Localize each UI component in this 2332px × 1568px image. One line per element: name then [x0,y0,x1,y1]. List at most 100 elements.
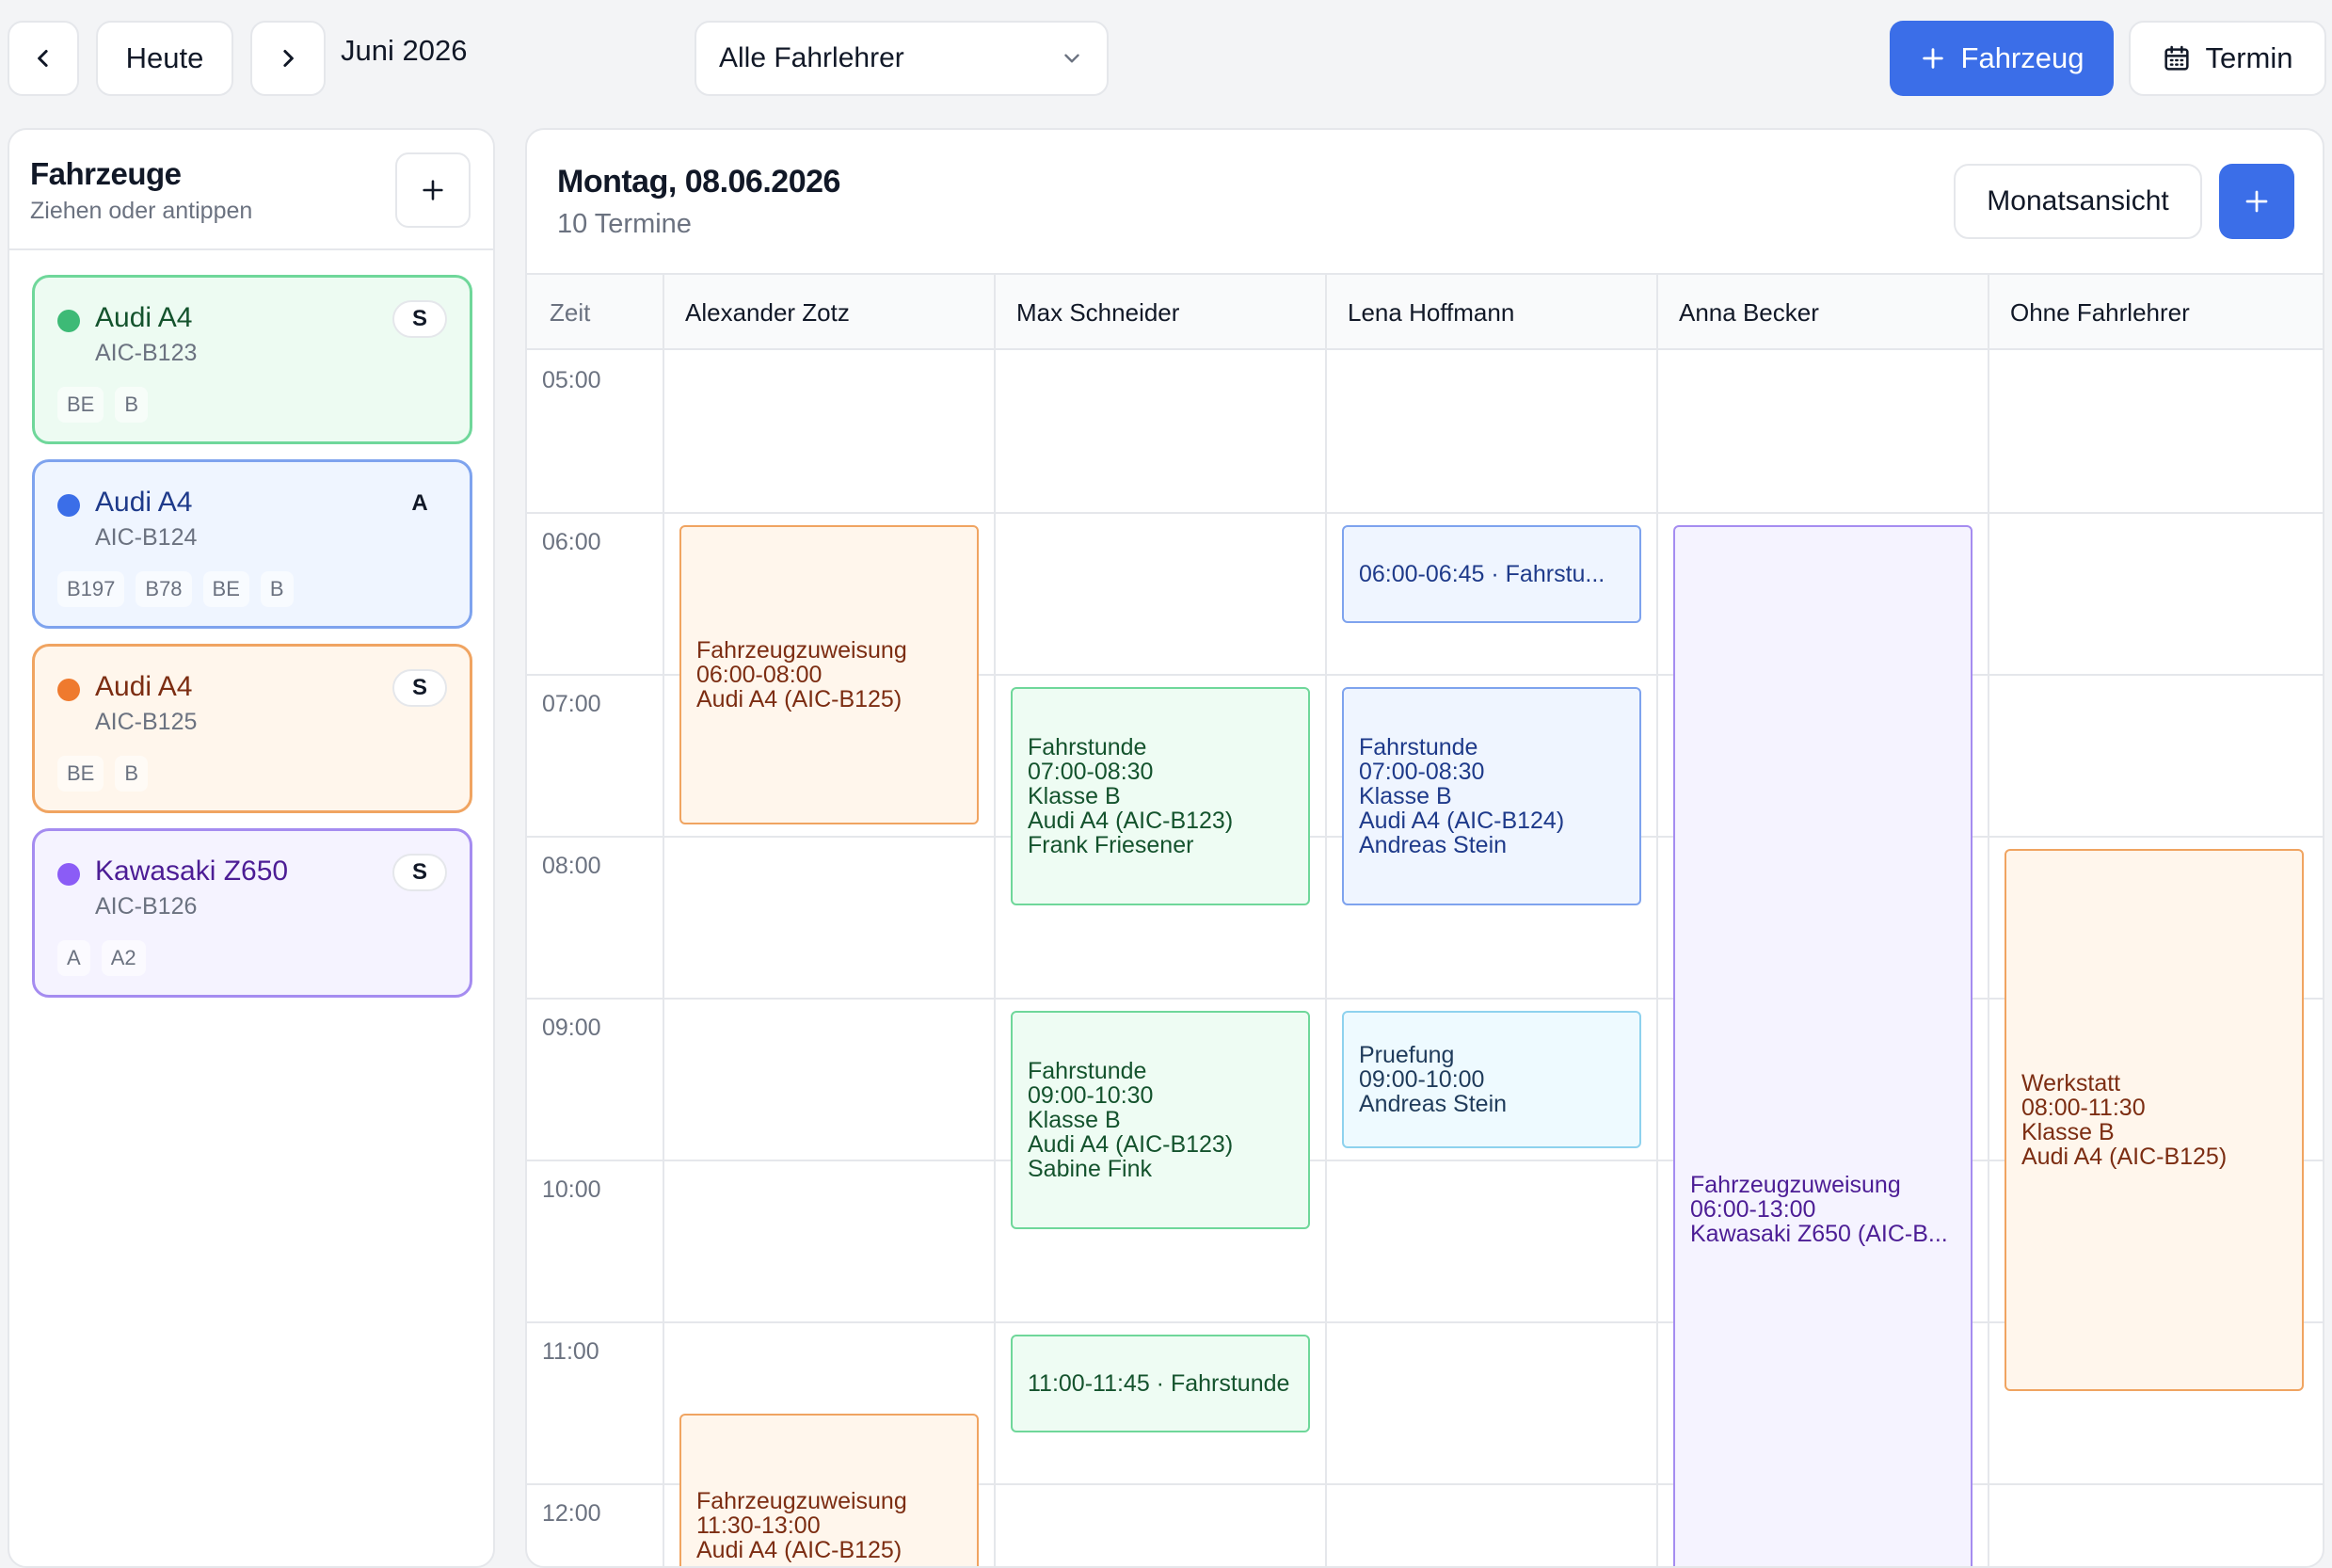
appointment-vehicle: Audi A4 (AIC-B125) [696,1537,902,1563]
appointment-block[interactable]: Fahrzeugzuweisung 06:00-08:00 Audi A4 (A… [679,525,979,824]
appointment-title: Fahrzeugzuweisung [1690,1172,1901,1198]
appointment-class: Klasse B [1359,783,1452,809]
plus-icon [423,180,443,200]
chevron-down-icon [1064,54,1079,63]
day-calendar: Montag, 08.06.2026 10 Termine Monatsansi… [525,128,2324,1568]
appointment-class: Klasse B [1028,1107,1121,1133]
appointment-count: 10 Termine [557,209,692,239]
grid-column-divider [1988,273,1989,1566]
vehicle-plate: AIC-B126 [95,893,198,920]
vehicle-card[interactable]: Audi A4 AIC-B124 A B197 B78 BE B [32,459,472,629]
vehicle-class-tags: BE B [57,756,149,792]
class-tag: B [115,756,149,792]
vehicle-plate: AIC-B125 [95,709,198,735]
vehicle-transmission-badge: S [392,669,447,707]
class-tag: A2 [101,940,146,976]
calendar-add-button[interactable] [2219,164,2294,239]
hour-label: 09:00 [542,1015,601,1041]
hour-label: 11:00 [542,1338,599,1365]
appointment-summary: 06:00-06:45 · Fahrstu... [1359,561,1605,587]
month-view-button[interactable]: Monatsansicht [1954,164,2202,239]
next-month-button[interactable] [250,21,326,96]
add-appointment-label: Termin [2205,41,2293,74]
grid-hour-divider [527,512,2323,514]
grid-column-divider [994,273,996,1566]
add-appointment-button[interactable]: Termin [2129,21,2326,96]
add-vehicle-label: Fahrzeug [1960,41,2084,74]
appointment-block[interactable]: Fahrzeugzuweisung 06:00-13:00 Kawasaki Z… [1673,525,1973,1566]
vehicle-color-dot [57,863,80,886]
top-toolbar: Heute Juni 2026 Alle Fahrlehrer Fahrzeug… [0,0,2332,119]
calendar-icon [2164,45,2190,71]
hour-label: 05:00 [542,367,601,393]
class-tag: B [260,571,294,607]
appointment-title: Fahrstunde [1028,1058,1147,1084]
appointment-time: 09:00-10:00 [1359,1066,1485,1093]
vehicle-plate: AIC-B124 [95,524,198,551]
instructor-column-header: Anna Becker [1679,297,1819,327]
instructor-column-header: Lena Hoffmann [1348,297,1515,327]
appointment-block[interactable]: 06:00-06:45 · Fahrstu... [1342,525,1641,623]
calendar-column-header: Zeit Alexander Zotz Max Schneider Lena H… [527,273,2323,350]
appointment-time: 07:00-08:30 [1359,759,1485,785]
appointment-time: 07:00-08:30 [1028,759,1154,785]
add-vehicle-button[interactable]: Fahrzeug [1890,21,2114,96]
vehicle-card[interactable]: Audi A4 AIC-B125 S BE B [32,644,472,813]
appointment-title: Fahrzeugzuweisung [696,1488,907,1514]
appointment-block[interactable]: Pruefung 09:00-10:00 Andreas Stein [1342,1011,1641,1148]
appointment-vehicle: Audi A4 (AIC-B125) [2021,1144,2228,1170]
chevron-left-icon [38,50,48,67]
previous-month-button[interactable] [8,21,79,96]
hour-label: 06:00 [542,529,601,555]
class-tag: A [57,940,90,976]
vehicle-class-tags: A A2 [57,940,146,976]
sidebar-title: Fahrzeuge [30,156,182,191]
appointment-block[interactable]: Fahrzeugzuweisung 11:30-13:00 Audi A4 (A… [679,1414,979,1566]
appointment-vehicle: Audi A4 (AIC-B124) [1359,808,1565,834]
hour-label: 07:00 [542,691,601,717]
hour-label: 12:00 [542,1500,601,1527]
appointment-summary: 11:00-11:45 · Fahrstunde [1028,1370,1290,1397]
vehicle-transmission-badge: A [411,490,428,516]
vehicle-card[interactable]: Audi A4 AIC-B123 S BE B [32,275,472,444]
vehicle-name: Audi A4 [95,302,193,333]
calendar-date-title: Montag, 08.06.2026 [557,164,840,200]
class-tag: B78 [136,571,192,607]
current-month-label: Juni 2026 [341,34,468,67]
vehicle-class-tags: BE B [57,387,149,423]
appointment-student: Andreas Stein [1359,832,1508,858]
appointment-title: Werkstatt [2021,1070,2121,1096]
appointment-title: Fahrstunde [1028,734,1147,760]
appointment-vehicle: Audi A4 (AIC-B123) [1028,808,1234,834]
sidebar-subtitle: Ziehen oder antippen [30,198,253,224]
sidebar-add-vehicle-button[interactable] [395,152,471,228]
appointment-block[interactable]: Fahrstunde 07:00-08:30 Klasse B Audi A4 … [1011,687,1310,905]
hour-label: 08:00 [542,853,601,879]
appointment-time: 06:00-13:00 [1690,1196,1816,1223]
sidebar-header: Fahrzeuge Ziehen oder antippen [9,130,493,250]
vehicle-name: Kawasaki Z650 [95,856,289,887]
appointment-time: 09:00-10:30 [1028,1082,1154,1109]
appointment-title: Pruefung [1359,1042,1455,1068]
appointment-title: Fahrzeugzuweisung [696,637,907,664]
today-button[interactable]: Heute [96,21,233,96]
appointment-student: Sabine Fink [1028,1156,1153,1182]
instructor-column-header: Ohne Fahrlehrer [2010,297,2190,327]
vehicle-name: Audi A4 [95,671,193,702]
appointment-block[interactable]: Fahrstunde 09:00-10:30 Klasse B Audi A4 … [1011,1011,1310,1229]
appointment-title: Fahrstunde [1359,734,1478,760]
vehicle-class-tags: B197 B78 BE B [57,571,294,607]
appointment-vehicle: Kawasaki Z650 (AIC-B... [1690,1221,1948,1247]
appointment-block[interactable]: Fahrstunde 07:00-08:30 Klasse B Audi A4 … [1342,687,1641,905]
vehicle-card[interactable]: Kawasaki Z650 AIC-B126 S A A2 [32,828,472,998]
appointment-time: 08:00-11:30 [2021,1095,2146,1121]
class-tag: B [115,387,149,423]
instructor-column-header: Alexander Zotz [685,297,850,327]
appointment-block[interactable]: Werkstatt 08:00-11:30 Klasse B Audi A4 (… [2005,849,2304,1391]
time-column-header: Zeit [550,297,591,327]
vehicle-transmission-badge: S [392,300,447,338]
appointment-block[interactable]: 11:00-11:45 · Fahrstunde [1011,1335,1310,1432]
appointment-time: 11:30-13:00 [696,1512,821,1539]
instructor-filter-select[interactable]: Alle Fahrlehrer [695,21,1109,96]
chevron-right-icon [283,50,294,67]
